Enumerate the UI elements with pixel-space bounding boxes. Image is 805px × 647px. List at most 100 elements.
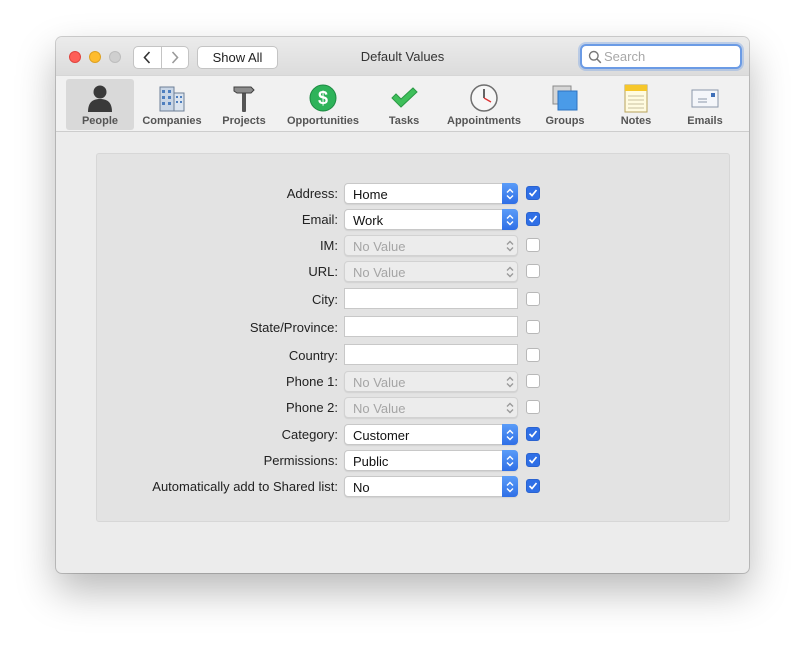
popup-value: Work [353,213,384,228]
chevron-updown-icon [502,183,518,204]
email-checkbox[interactable] [526,212,540,226]
field-row-city: City: [97,288,731,311]
field-label: Address: [286,186,338,201]
preferences-window: Show All Default Values People [56,37,749,573]
toolbar-item-notes[interactable]: Notes [611,79,661,130]
category-checkbox[interactable] [526,427,540,441]
envelope-icon [691,89,719,108]
toolbar-item-label: People [81,115,119,127]
checkmark-icon [528,482,538,490]
chevron-updown-icon [502,235,518,256]
im-popup[interactable]: No Value [344,235,518,256]
toolbar-item-label: Projects [222,115,266,127]
permissions-checkbox[interactable] [526,453,540,467]
toolbar-item-label: Opportunities [286,115,360,127]
title-bar: Show All Default Values [56,37,749,75]
toolbar-item-appointments[interactable]: Appointments [442,79,526,130]
building-icon [159,86,185,112]
im-checkbox[interactable] [526,238,540,252]
clock-icon [470,84,498,112]
permissions-popup[interactable]: Public [344,450,518,471]
field-row-im: IM: No Value [97,235,731,257]
field-label: Automatically add to Shared list: [152,479,338,494]
field-row-phone2: Phone 2: No Value [97,397,731,419]
checkmark-icon [391,87,418,108]
toolbar-item-label: Appointments [447,115,521,127]
checkmark-icon [528,456,538,464]
toolbar-item-label: Companies [142,115,202,127]
country-field[interactable] [344,344,518,365]
field-label: State/Province: [249,320,338,335]
popup-value: Customer [353,428,410,443]
search-input[interactable] [604,48,734,65]
toolbar-item-people[interactable]: People [66,79,134,130]
phone1-checkbox[interactable] [526,374,540,388]
email-popup[interactable]: Work [344,209,518,230]
country-checkbox[interactable] [526,348,540,362]
field-row-state: State/Province: [97,316,731,339]
address-checkbox[interactable] [526,186,540,200]
city-field[interactable] [344,288,518,309]
field-row-email: Email: Work [97,209,731,231]
field-row-url: URL: No Value [97,261,731,283]
state-province-field[interactable] [344,316,518,337]
hammer-icon [233,86,255,112]
chevron-updown-icon [502,450,518,471]
chevron-updown-icon [502,476,518,497]
chevron-updown-icon [502,397,518,418]
field-row-phone1: Phone 1: No Value [97,371,731,393]
toolbar-item-companies[interactable]: Companies [138,79,206,130]
address-popup[interactable]: Home [344,183,518,204]
field-label: IM: [319,238,338,253]
chevron-updown-icon [502,371,518,392]
chevron-updown-icon [502,209,518,230]
search-icon [588,50,602,64]
chevron-updown-icon [502,261,518,282]
toolbar-item-projects[interactable]: Projects [216,79,272,130]
field-label: Email: [301,212,338,227]
field-row-country: Country: [97,344,731,367]
popup-value: No [353,480,370,495]
shared-list-popup[interactable]: No [344,476,518,497]
checkmark-icon [528,189,538,197]
field-row-shared-list: Automatically add to Shared list: No [97,476,731,498]
shared-list-checkbox[interactable] [526,479,540,493]
popup-value: No Value [353,265,406,280]
phone2-checkbox[interactable] [526,400,540,414]
phone1-popup[interactable]: No Value [344,371,518,392]
person-icon [88,85,112,112]
city-checkbox[interactable] [526,292,540,306]
popup-value: Public [353,454,389,469]
category-toolbar: People Companies Projects $ Opportunitie… [56,75,749,132]
popup-value: No Value [353,375,406,390]
chevron-updown-icon [502,424,518,445]
toolbar-item-groups[interactable]: Groups [538,79,592,130]
field-label: Permissions: [263,453,338,468]
groups-icon [552,85,578,111]
toolbar-item-label: Groups [545,115,585,127]
field-label: Country: [288,348,338,363]
default-values-panel: Address: Home Email: Work IM: No Value U… [96,153,730,522]
toolbar-item-opportunities[interactable]: $ Opportunities [282,79,364,130]
category-popup[interactable]: Customer [344,424,518,445]
field-label: Phone 2: [285,400,338,415]
field-label: City: [312,292,338,307]
search-field[interactable] [580,44,742,69]
toolbar-item-label: Emails [687,115,723,127]
url-checkbox[interactable] [526,264,540,278]
toolbar-item-tasks[interactable]: Tasks [378,79,430,130]
state-province-checkbox[interactable] [526,320,540,334]
svg-text:$: $ [318,88,328,108]
popup-value: Home [353,187,388,202]
toolbar-item-label: Notes [620,115,652,127]
phone2-popup[interactable]: No Value [344,397,518,418]
checkmark-icon [528,215,538,223]
popup-value: No Value [353,239,406,254]
toolbar-item-emails[interactable]: Emails [678,79,732,130]
field-label: Phone 1: [285,374,338,389]
dollar-icon: $ [309,84,337,112]
notepad-icon [624,84,648,113]
url-popup[interactable]: No Value [344,261,518,282]
checkmark-icon [528,430,538,438]
field-label: URL: [308,264,338,279]
